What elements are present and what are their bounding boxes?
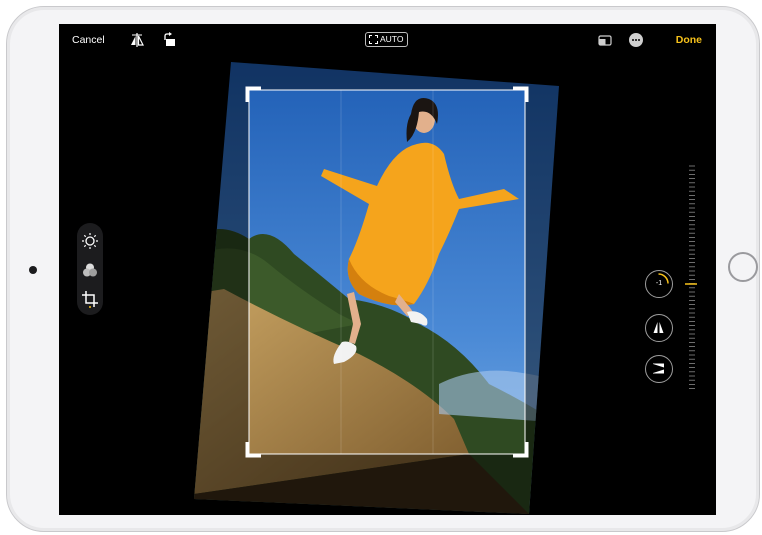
auto-label: AUTO xyxy=(380,34,404,44)
flip-icon[interactable] xyxy=(129,32,145,48)
straighten-dial[interactable] xyxy=(685,164,699,394)
cancel-button[interactable]: Cancel xyxy=(72,34,105,46)
straighten-value: -1 xyxy=(655,280,663,287)
more-icon[interactable] xyxy=(628,32,644,48)
dial-ticks xyxy=(689,165,695,390)
photo-canvas[interactable] xyxy=(59,24,716,515)
rotate-icon[interactable] xyxy=(162,32,178,48)
horizontal-perspective-button[interactable] xyxy=(645,355,673,383)
vertical-perspective-button[interactable] xyxy=(645,314,673,342)
home-button[interactable] xyxy=(728,252,758,282)
crop-icon[interactable] xyxy=(81,290,99,308)
photo-editor-screen: Cancel AUTO Done -1 xyxy=(59,24,716,515)
straighten-button[interactable]: -1 xyxy=(645,270,673,298)
adjust-icon[interactable] xyxy=(81,232,99,250)
filters-icon[interactable] xyxy=(81,261,99,279)
aspect-ratio-icon[interactable] xyxy=(597,32,613,48)
front-camera xyxy=(29,266,37,274)
done-button[interactable]: Done xyxy=(676,34,702,46)
vertical-perspective-icon xyxy=(653,322,664,333)
top-toolbar: Cancel AUTO Done xyxy=(59,24,716,56)
auto-button[interactable]: AUTO xyxy=(365,32,409,47)
horizontal-perspective-icon xyxy=(653,363,664,374)
auto-crop-icon xyxy=(369,35,378,44)
edit-mode-selector xyxy=(77,223,103,315)
